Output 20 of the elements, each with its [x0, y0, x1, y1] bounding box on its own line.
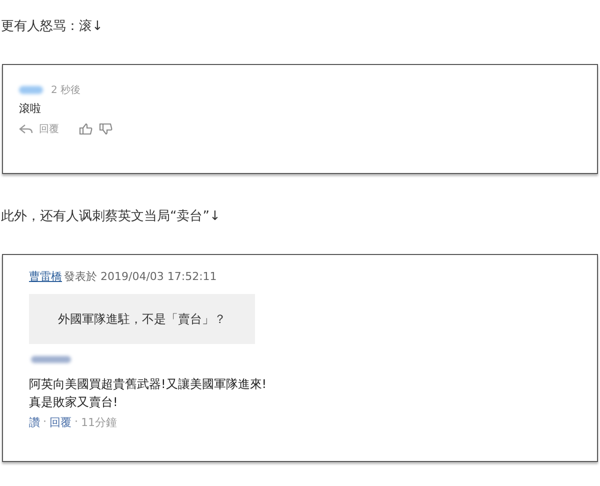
thumbs-up-icon[interactable] [79, 123, 93, 135]
quote-block: 外國軍隊進駐，不是「賣台」？ [29, 294, 255, 344]
comment-time: 2 秒後 [51, 84, 81, 97]
reply-link[interactable]: 回覆 [39, 122, 59, 136]
action-link[interactable]: 讚 [29, 415, 40, 430]
action-link[interactable]: 回覆 [50, 415, 72, 430]
caption: 更有人怒骂：滚↓ [0, 18, 104, 36]
post-date: 發表於 2019/04/03 17:52:11 [64, 269, 217, 284]
blurred-name [19, 86, 43, 94]
comment-text: 滾啦 [19, 101, 42, 116]
comment-time: 11分鐘 [81, 415, 117, 430]
comment-text: 真是敗家又賣台! [29, 394, 119, 411]
comment-text: 阿英向美國買超貴舊武器!又讓美國軍隊進來! [29, 376, 268, 393]
author-link[interactable]: 曹雷橋 [29, 269, 62, 284]
separator-dot: · [43, 415, 46, 430]
blurred-name [31, 356, 71, 363]
reply-icon[interactable] [19, 123, 33, 135]
thumbs-down-icon[interactable] [99, 123, 113, 135]
caption: 此外，还有人讽刺蔡英文当局“卖台”↓ [0, 208, 222, 226]
separator-dot: · [74, 415, 78, 430]
